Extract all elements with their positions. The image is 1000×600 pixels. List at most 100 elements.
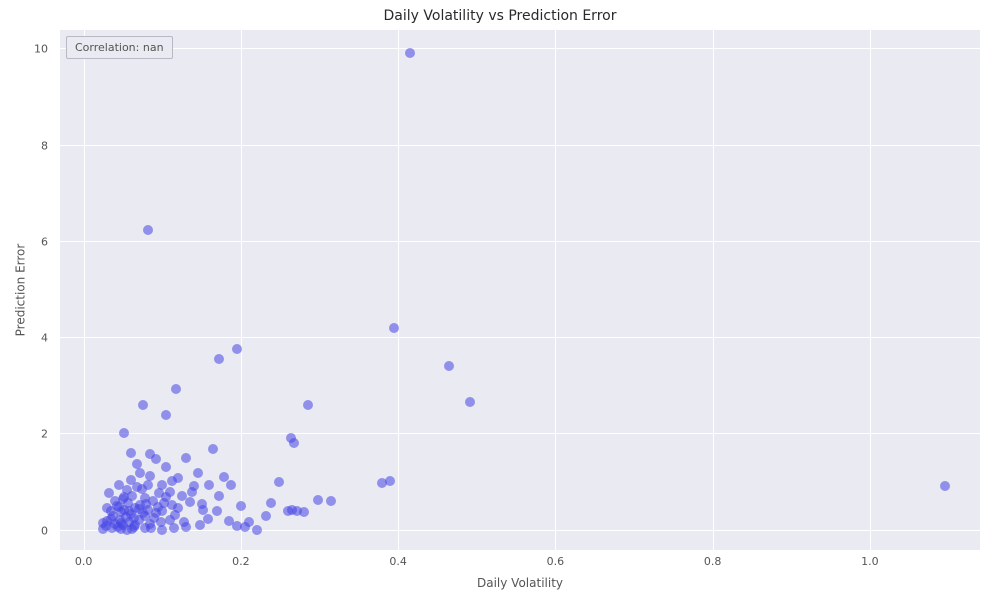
data-point <box>98 518 108 528</box>
grid-line-v <box>555 30 556 550</box>
grid-line-h <box>60 241 980 242</box>
data-point <box>313 495 323 505</box>
data-point <box>114 480 124 490</box>
data-point <box>148 496 158 506</box>
data-point <box>138 400 148 410</box>
data-point <box>185 497 195 507</box>
y-tick-label: 10 <box>34 43 54 56</box>
data-point <box>135 468 145 478</box>
data-point <box>212 506 222 516</box>
data-point <box>106 506 116 516</box>
data-point <box>405 48 415 58</box>
y-tick-label: 6 <box>41 235 54 248</box>
data-point <box>145 519 155 529</box>
grid-line-h <box>60 145 980 146</box>
data-point <box>118 520 128 530</box>
data-point <box>110 519 120 529</box>
y-tick-label: 2 <box>41 428 54 441</box>
data-point <box>129 513 139 523</box>
data-point <box>121 512 131 522</box>
data-point <box>189 481 199 491</box>
data-point <box>130 503 140 513</box>
data-point <box>156 517 166 527</box>
y-tick-label: 4 <box>41 332 54 345</box>
data-point <box>167 476 177 486</box>
data-point <box>266 498 276 508</box>
data-point <box>116 507 126 517</box>
data-point <box>165 487 175 497</box>
data-point <box>444 361 454 371</box>
data-point <box>140 493 150 503</box>
data-point <box>114 502 124 512</box>
data-point <box>283 506 293 516</box>
x-tick-label: 1.0 <box>861 555 879 568</box>
data-point <box>167 500 177 510</box>
data-point <box>146 523 156 533</box>
data-point <box>145 471 155 481</box>
data-point <box>132 459 142 469</box>
data-point <box>140 511 150 521</box>
data-point <box>104 488 114 498</box>
data-point <box>143 225 153 235</box>
grid-line-v <box>398 30 399 550</box>
scatter-chart: Daily Volatility vs Prediction Error Cor… <box>0 0 1000 600</box>
data-point <box>161 462 171 472</box>
data-point <box>187 487 197 497</box>
x-tick-label: 0.0 <box>75 555 93 568</box>
data-point <box>261 511 271 521</box>
data-point <box>154 488 164 498</box>
data-point <box>244 517 254 527</box>
data-point <box>118 494 128 504</box>
data-point <box>289 438 299 448</box>
data-point <box>115 515 125 525</box>
data-point <box>286 433 296 443</box>
grid-line-v <box>84 30 85 550</box>
data-point <box>224 516 234 526</box>
data-point <box>179 517 189 527</box>
data-point <box>126 448 136 458</box>
data-point <box>107 523 117 533</box>
data-point <box>151 454 161 464</box>
data-point <box>169 523 179 533</box>
data-point <box>170 510 180 520</box>
grid-line-v <box>713 30 714 550</box>
data-point <box>124 517 134 527</box>
data-point <box>124 506 134 516</box>
data-point <box>153 502 163 512</box>
x-tick-label: 0.4 <box>389 555 407 568</box>
y-axis-label: Prediction Error <box>14 30 26 550</box>
data-point <box>385 476 395 486</box>
grid-line-v <box>870 30 871 550</box>
data-point <box>203 514 213 524</box>
data-point <box>181 453 191 463</box>
data-point <box>299 507 309 517</box>
plot-area <box>60 30 980 550</box>
data-point <box>292 506 302 516</box>
data-point <box>195 520 205 530</box>
data-point <box>159 498 169 508</box>
data-point <box>149 513 159 523</box>
data-point <box>126 509 136 519</box>
x-tick-label: 0.8 <box>704 555 722 568</box>
data-point <box>197 499 207 509</box>
data-point <box>116 518 126 528</box>
data-point <box>173 473 183 483</box>
data-point <box>130 520 140 530</box>
data-point <box>127 491 137 501</box>
data-point <box>106 514 116 524</box>
data-point <box>135 500 145 510</box>
y-tick-label: 0 <box>41 524 54 537</box>
data-point <box>161 410 171 420</box>
x-axis-label: Daily Volatility <box>60 576 980 590</box>
data-point <box>119 505 129 515</box>
grid-line-h <box>60 48 980 49</box>
data-point <box>157 506 167 516</box>
data-point <box>173 503 183 513</box>
data-point <box>214 491 224 501</box>
data-point <box>171 384 181 394</box>
y-tick-label: 8 <box>41 139 54 152</box>
data-point <box>108 511 118 521</box>
data-point <box>214 354 224 364</box>
data-point <box>193 468 203 478</box>
correlation-annotation: Correlation: nan <box>66 36 173 59</box>
